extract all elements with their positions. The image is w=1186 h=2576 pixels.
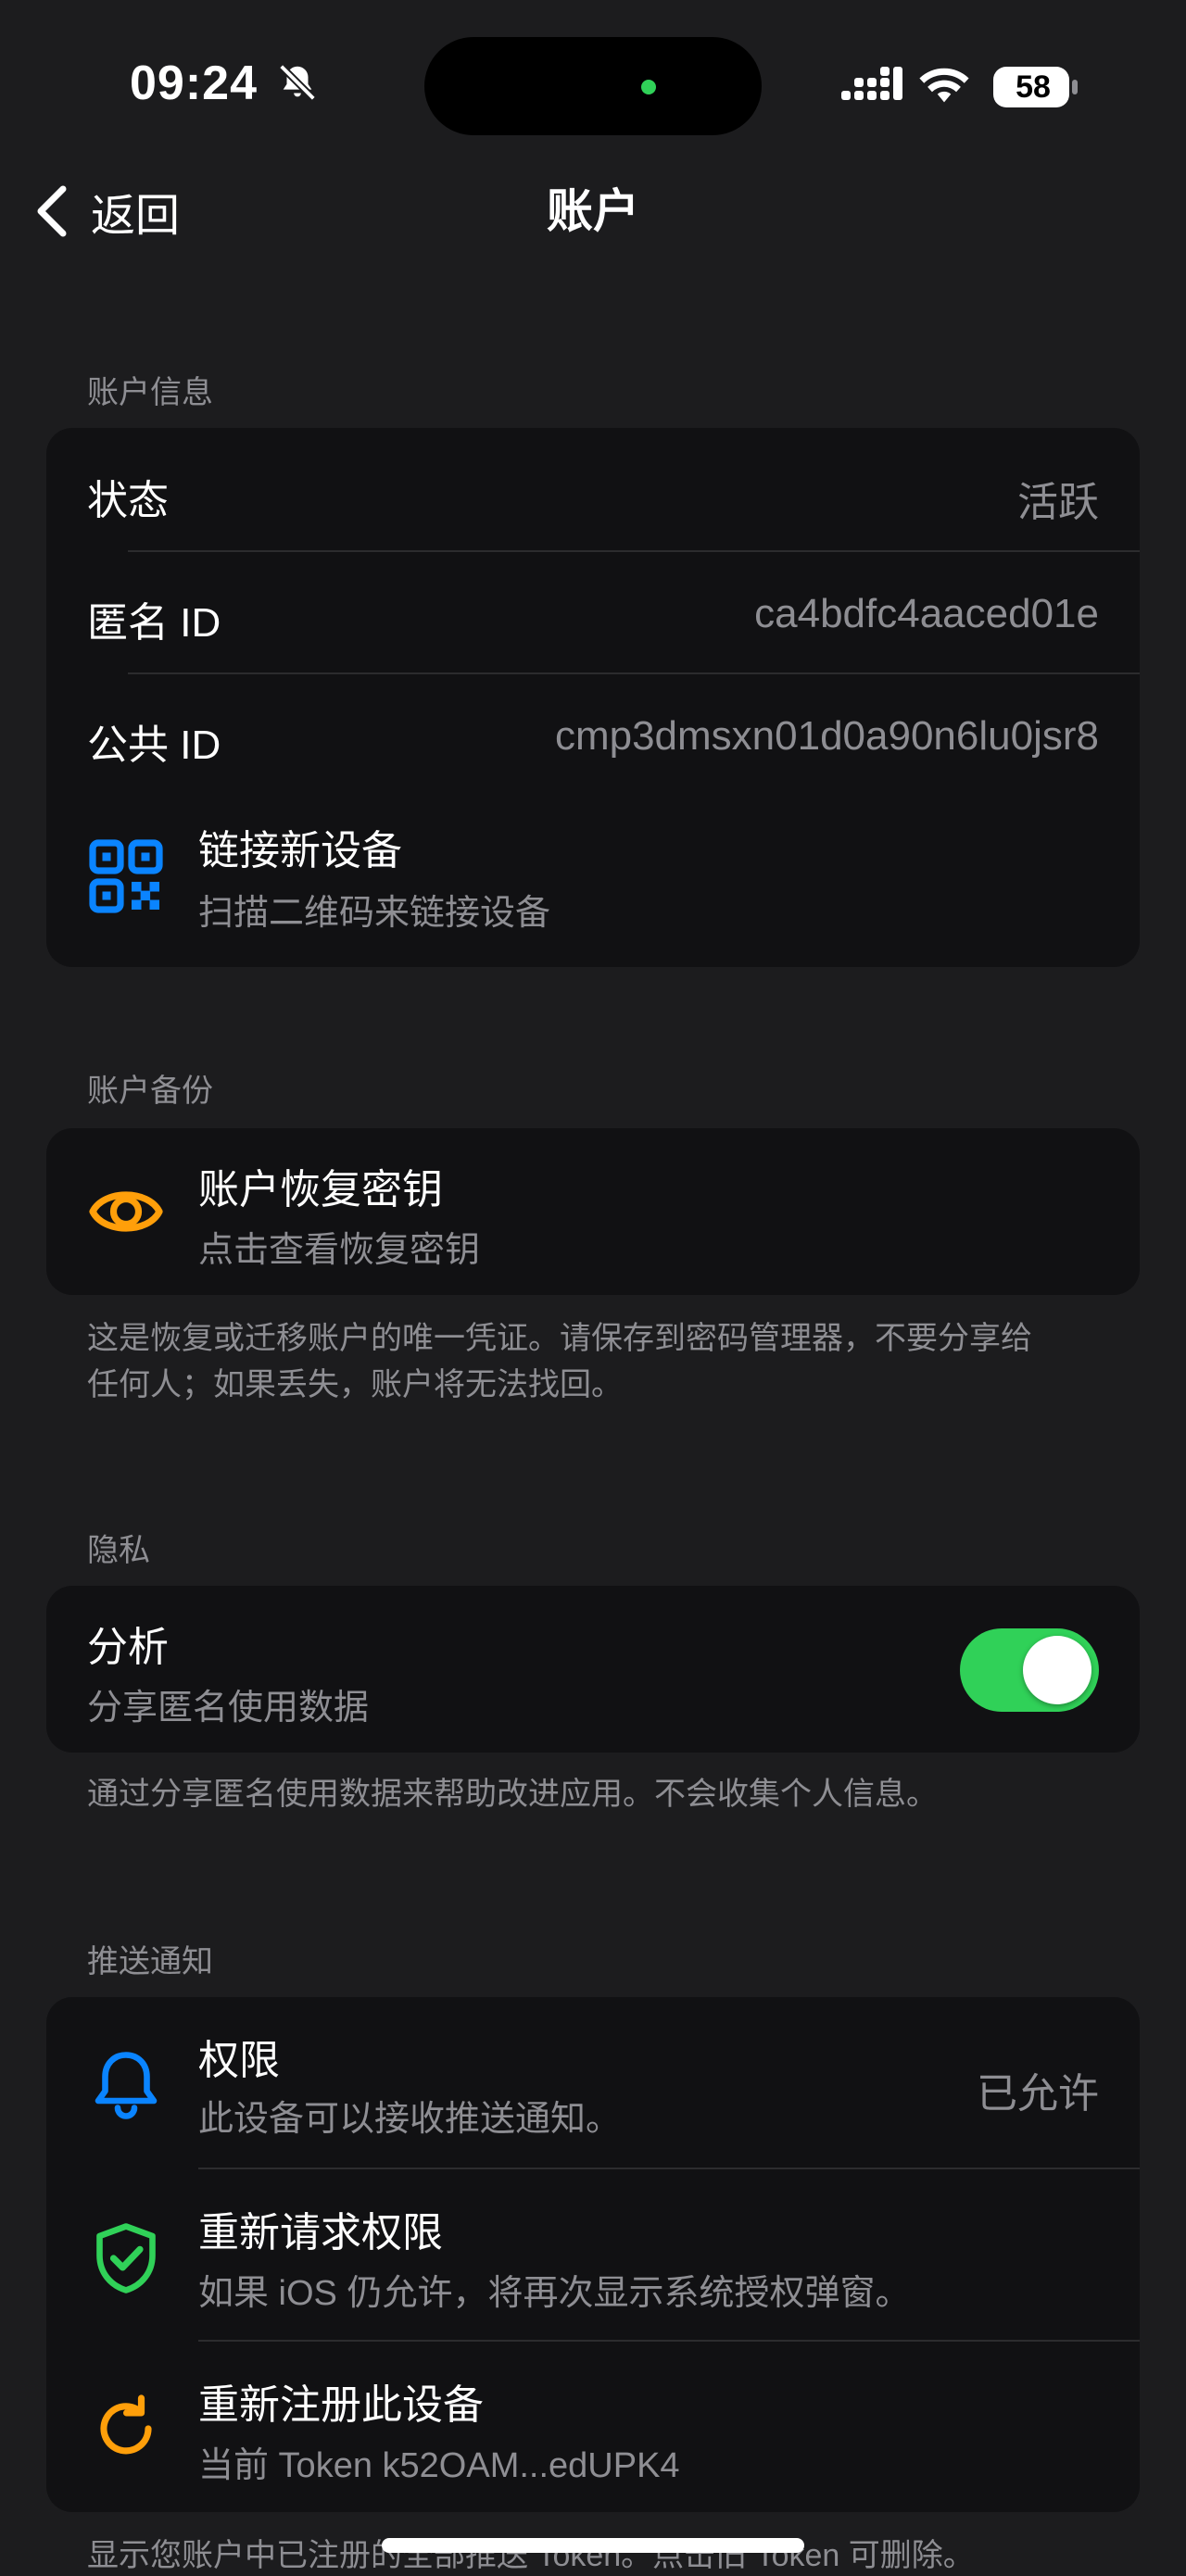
public-id-row[interactable]: 公共 ID cmp3dmsxn01d0a90n6lu0jsr8: [46, 674, 1140, 795]
analytics-row: 分析 分享匿名使用数据: [46, 1586, 1140, 1753]
back-button[interactable]: 返回: [33, 178, 180, 245]
permission-title: 权限: [198, 2038, 280, 2083]
link-device-subtitle: 扫描二维码来链接设备: [198, 894, 551, 933]
toggle-knob: [1023, 1636, 1091, 1704]
status-bar: 09:24 58: [0, 0, 1186, 167]
qr-code-icon: [87, 837, 165, 915]
status-row: 状态 活跃: [46, 428, 1140, 552]
anonymous-id-row[interactable]: 匿名 ID ca4bdfc4aaced01e: [46, 552, 1140, 674]
public-id-label: 公共 ID: [87, 723, 221, 768]
rerequest-title: 重新请求权限: [198, 2210, 443, 2256]
backup-footer: 这是恢复或迁移账户的唯一凭证。请保存到密码管理器，不要分享给 任何人；如果丢失，…: [87, 1315, 1116, 1408]
backup-card: 账户恢复密钥 点击查看恢复密钥: [46, 1128, 1140, 1295]
reregister-device-row[interactable]: 重新注册此设备 当前 Token k52OAM...edUPK4: [46, 2342, 1140, 2512]
backup-footer-line-2: 任何人；如果丢失，账户将无法找回。: [87, 1367, 623, 1402]
recovery-key-subtitle: 点击查看恢复密钥: [198, 1231, 481, 1270]
status-time: 09:24: [130, 57, 258, 110]
public-id-value: cmp3dmsxn01d0a90n6lu0jsr8: [554, 713, 1099, 759]
analytics-subtitle: 分享匿名使用数据: [87, 1689, 370, 1728]
bell-slash-icon: [279, 64, 316, 101]
link-new-device-row[interactable]: 链接新设备 扫描二维码来链接设备: [46, 795, 1140, 967]
refresh-icon: [87, 2390, 165, 2468]
privacy-card: 分析 分享匿名使用数据: [46, 1586, 1140, 1753]
back-label: 返回: [91, 192, 181, 241]
permission-subtitle: 此设备可以接收推送通知。: [198, 2100, 622, 2139]
section-header-backup: 账户备份: [87, 1074, 213, 1109]
privacy-footer: 通过分享匿名使用数据来帮助改进应用。不会收集个人信息。: [87, 1777, 938, 1812]
analytics-toggle[interactable]: [960, 1628, 1099, 1712]
section-header-push: 推送通知: [87, 1944, 213, 1979]
permission-status: 已允许: [977, 2071, 1099, 2117]
shield-check-icon: [87, 2219, 165, 2297]
section-header-privacy: 隐私: [87, 1533, 150, 1568]
link-device-title: 链接新设备: [198, 828, 402, 873]
chevron-left-icon: [37, 185, 67, 237]
account-info-card: 状态 活跃 匿名 ID ca4bdfc4aaced01e 公共 ID cmp3d…: [46, 428, 1140, 967]
bell-icon: [87, 2045, 165, 2123]
recovery-key-title: 账户恢复密钥: [198, 1167, 443, 1213]
home-indicator[interactable]: [382, 2538, 804, 2553]
status-label: 状态: [87, 478, 169, 523]
dynamic-island: [424, 37, 762, 135]
camera-indicator-icon: [641, 80, 656, 94]
eye-icon: [87, 1173, 165, 1250]
push-card: 权限 此设备可以接收推送通知。 已允许 重新请求权限 如果 iOS 仍允许，将再…: [46, 1997, 1140, 2512]
rerequest-permission-row[interactable]: 重新请求权限 如果 iOS 仍允许，将再次显示系统授权弹窗。: [46, 2169, 1140, 2342]
permission-row: 权限 此设备可以接收推送通知。 已允许: [46, 1997, 1140, 2169]
rerequest-subtitle: 如果 iOS 仍允许，将再次显示系统授权弹窗。: [198, 2274, 911, 2313]
account-settings-screen: 09:24 58 账户 返回 账户信息 状态 活跃 匿名 ID ca4bdfc4…: [0, 0, 1186, 2576]
reregister-title: 重新注册此设备: [198, 2382, 484, 2428]
wifi-icon: [919, 68, 969, 103]
analytics-title: 分析: [87, 1625, 169, 1670]
backup-footer-line-1: 这是恢复或迁移账户的唯一凭证。请保存到密码管理器，不要分享给: [87, 1321, 1032, 1356]
anonymous-id-label: 匿名 ID: [87, 600, 221, 646]
reregister-subtitle: 当前 Token k52OAM...edUPK4: [198, 2446, 680, 2485]
status-value: 活跃: [1017, 480, 1099, 525]
signal-icon: [841, 67, 902, 100]
section-header-account-info: 账户信息: [87, 375, 213, 410]
anonymous-id-value: ca4bdfc4aaced01e: [754, 591, 1099, 636]
recovery-key-row[interactable]: 账户恢复密钥 点击查看恢复密钥: [46, 1128, 1140, 1295]
battery-level: 58: [1016, 69, 1051, 105]
